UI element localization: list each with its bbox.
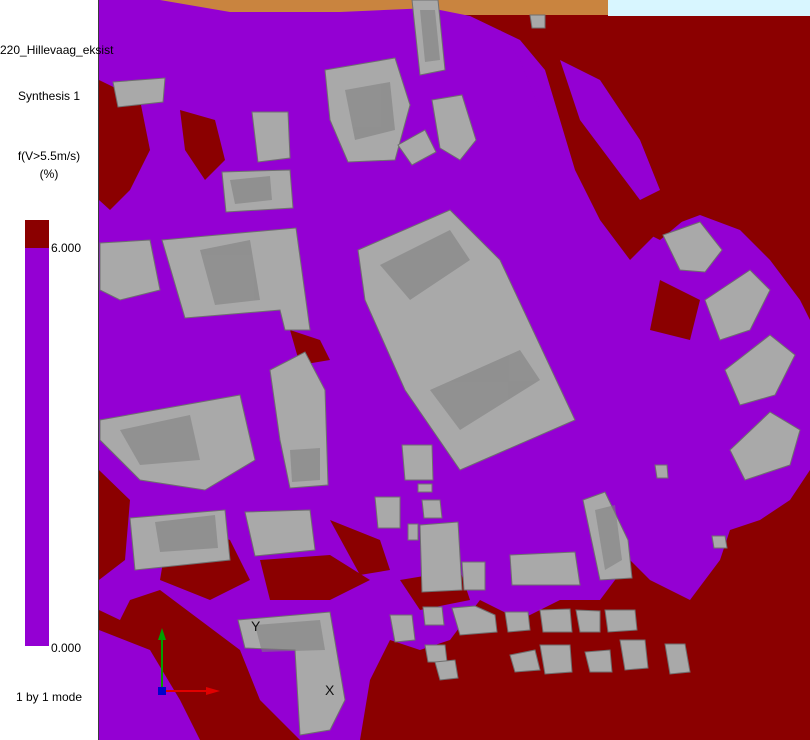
legend-min-label: 0.000 xyxy=(51,641,82,655)
view-mode-label: 1 by 1 mode xyxy=(15,690,83,704)
3d-viewport[interactable]: Y X xyxy=(99,0,810,740)
z-axis-marker xyxy=(158,687,166,695)
y-axis-label: Y xyxy=(251,618,261,634)
wind-comfort-map[interactable] xyxy=(99,0,810,740)
x-axis-label: X xyxy=(325,682,335,698)
legend-panel: 220_Hillevaag_eksist Synthesis 1 f(V>5.5… xyxy=(0,0,113,740)
sky-patch xyxy=(608,0,810,16)
metric-label: f(V>5.5m/s) xyxy=(17,149,81,163)
legend-above-range-swatch xyxy=(25,220,49,248)
legend-color-bar xyxy=(25,248,49,646)
project-name: 220_Hillevaag_eksist xyxy=(0,43,114,57)
synthesis-label: Synthesis 1 xyxy=(17,89,81,103)
unit-label: (%) xyxy=(39,167,59,181)
legend-max-label: 6.000 xyxy=(51,241,82,255)
